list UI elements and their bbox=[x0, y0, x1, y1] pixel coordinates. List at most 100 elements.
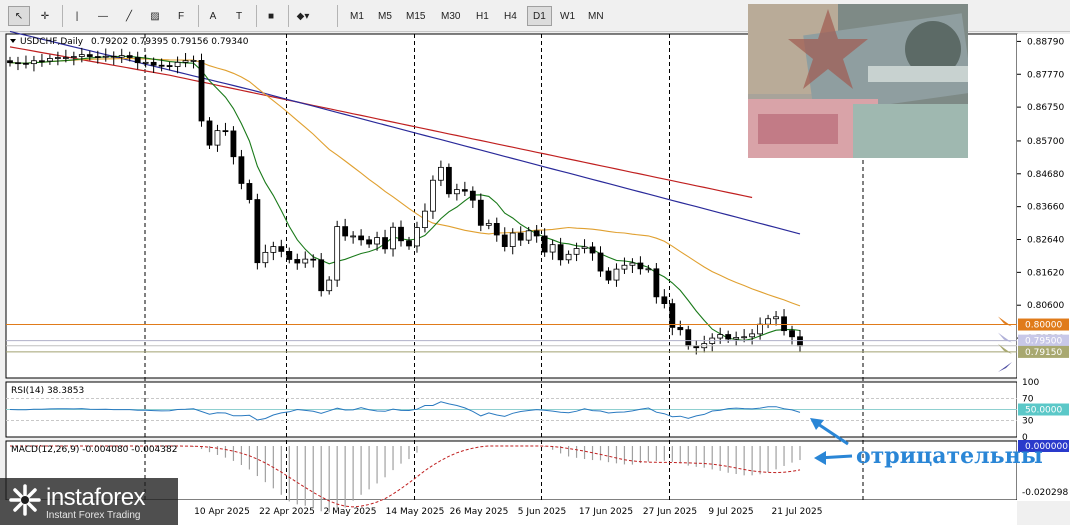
candle-bear bbox=[461, 189, 468, 192]
candle-bear bbox=[294, 259, 301, 264]
candle-bear bbox=[605, 270, 612, 281]
candle-bull bbox=[749, 333, 756, 338]
candle-bull bbox=[757, 323, 764, 335]
macd-axis-label: -0.020298 bbox=[1022, 488, 1068, 498]
candle-bear bbox=[7, 60, 13, 64]
annotation-text: отрицательны bbox=[856, 443, 1043, 469]
candle-bull bbox=[31, 60, 37, 65]
candle-bull bbox=[485, 222, 492, 226]
candle-bull bbox=[549, 244, 556, 253]
candle-bull bbox=[773, 316, 779, 320]
rsi-axis-label: 70 bbox=[1022, 395, 1034, 405]
candle-bear bbox=[557, 244, 564, 261]
price-tick-label: 0.80600 bbox=[1027, 301, 1064, 311]
candle-bull bbox=[733, 337, 740, 340]
candle-bull bbox=[190, 60, 197, 62]
candle-bear bbox=[238, 156, 245, 184]
candle-bear bbox=[661, 296, 668, 304]
price-tick-label: 0.87770 bbox=[1027, 70, 1064, 80]
candle-bear bbox=[342, 226, 349, 237]
candle-bull bbox=[62, 57, 69, 59]
date-tick-label: 17 Jun 2025 bbox=[579, 507, 633, 517]
candle-bear bbox=[637, 262, 644, 270]
ohlc-label: 0.79202 0.79395 0.79156 0.79340 bbox=[91, 37, 249, 47]
candle-bear bbox=[310, 258, 317, 261]
price-tick-label: 0.82640 bbox=[1027, 235, 1064, 245]
candle-bull bbox=[46, 58, 53, 62]
candle-bear bbox=[23, 62, 29, 65]
candle-bull bbox=[581, 246, 588, 249]
candle-bear bbox=[469, 190, 476, 201]
candle-bear bbox=[781, 316, 787, 332]
candle-bear bbox=[286, 251, 293, 260]
candle-bull bbox=[70, 56, 77, 58]
candle-bull bbox=[334, 226, 341, 281]
candle-bull bbox=[102, 55, 109, 58]
candle-bull bbox=[214, 130, 221, 146]
date-tick-label: 9 Jul 2025 bbox=[708, 507, 753, 517]
candle-bull bbox=[573, 248, 580, 255]
candle-bull bbox=[118, 55, 125, 58]
candle-bull bbox=[438, 166, 444, 181]
symbol-label: USDCHF,Daily bbox=[20, 37, 84, 47]
candle-bear bbox=[398, 226, 404, 242]
date-tick-label: 27 Jun 2025 bbox=[643, 507, 697, 517]
candle-bear bbox=[134, 57, 141, 64]
logo-tagline: Instant Forex Trading bbox=[46, 510, 141, 521]
candle-bear bbox=[15, 62, 21, 65]
rsi-label: RSI(14) 38.3853 bbox=[11, 386, 84, 396]
candle-bull bbox=[350, 235, 357, 238]
candle-bull bbox=[414, 227, 420, 247]
candle-bear bbox=[358, 235, 365, 241]
candle-bear bbox=[677, 327, 684, 331]
date-tick-label: 5 Jun 2025 bbox=[518, 507, 566, 517]
candle-bear bbox=[222, 130, 229, 133]
candle-bull bbox=[565, 253, 572, 261]
candle-bear bbox=[725, 334, 732, 340]
candle-bear bbox=[206, 120, 213, 146]
candle-bear bbox=[501, 234, 508, 247]
candle-bear bbox=[797, 336, 803, 347]
candle-bull bbox=[270, 246, 277, 253]
candle-bull bbox=[453, 189, 460, 195]
candle-bull bbox=[621, 264, 628, 270]
price-tick-label: 0.88790 bbox=[1027, 37, 1064, 47]
logo-brand: instaforex bbox=[46, 484, 146, 511]
candle-bull bbox=[262, 251, 269, 264]
candle-bear bbox=[477, 199, 484, 226]
candle-bear bbox=[445, 166, 452, 195]
price-tick-label: 0.85700 bbox=[1027, 137, 1064, 147]
price-tick-label: 0.83660 bbox=[1027, 203, 1064, 213]
candle-bull bbox=[390, 226, 396, 250]
currency-photo bbox=[748, 4, 968, 158]
price-level-label: 0.80000 bbox=[1025, 321, 1062, 331]
candle-bear bbox=[589, 246, 596, 254]
instaforex-mark-icon bbox=[9, 484, 41, 516]
candle-bull bbox=[645, 268, 652, 271]
candle-bull bbox=[302, 258, 309, 264]
price-tick-label: 0.86750 bbox=[1027, 103, 1064, 113]
rsi-axis-label: 100 bbox=[1022, 378, 1039, 388]
rsi-axis-label: 30 bbox=[1022, 417, 1034, 427]
candle-bull bbox=[174, 61, 181, 67]
candle-bull bbox=[78, 54, 85, 57]
candle-bull bbox=[326, 279, 333, 292]
candle-bull bbox=[717, 334, 724, 339]
candle-bear bbox=[278, 246, 285, 252]
candle-bear bbox=[94, 56, 101, 58]
candle-bear bbox=[597, 252, 604, 272]
candle-bear bbox=[150, 61, 157, 66]
candle-bear bbox=[789, 330, 795, 338]
candle-bull bbox=[142, 61, 149, 64]
candle-bear bbox=[198, 60, 205, 122]
candle-bear bbox=[366, 239, 372, 245]
date-tick-label: 21 Jul 2025 bbox=[772, 507, 823, 517]
candle-bear bbox=[653, 268, 660, 298]
instaforex-logo: instaforex Instant Forex Trading bbox=[0, 478, 178, 525]
date-tick-label: 14 May 2025 bbox=[386, 507, 445, 517]
candle-bear bbox=[382, 237, 388, 250]
candle-bear bbox=[685, 329, 692, 347]
candle-bull bbox=[509, 232, 516, 247]
candle-bull bbox=[741, 336, 748, 339]
candle-bull bbox=[54, 57, 61, 59]
